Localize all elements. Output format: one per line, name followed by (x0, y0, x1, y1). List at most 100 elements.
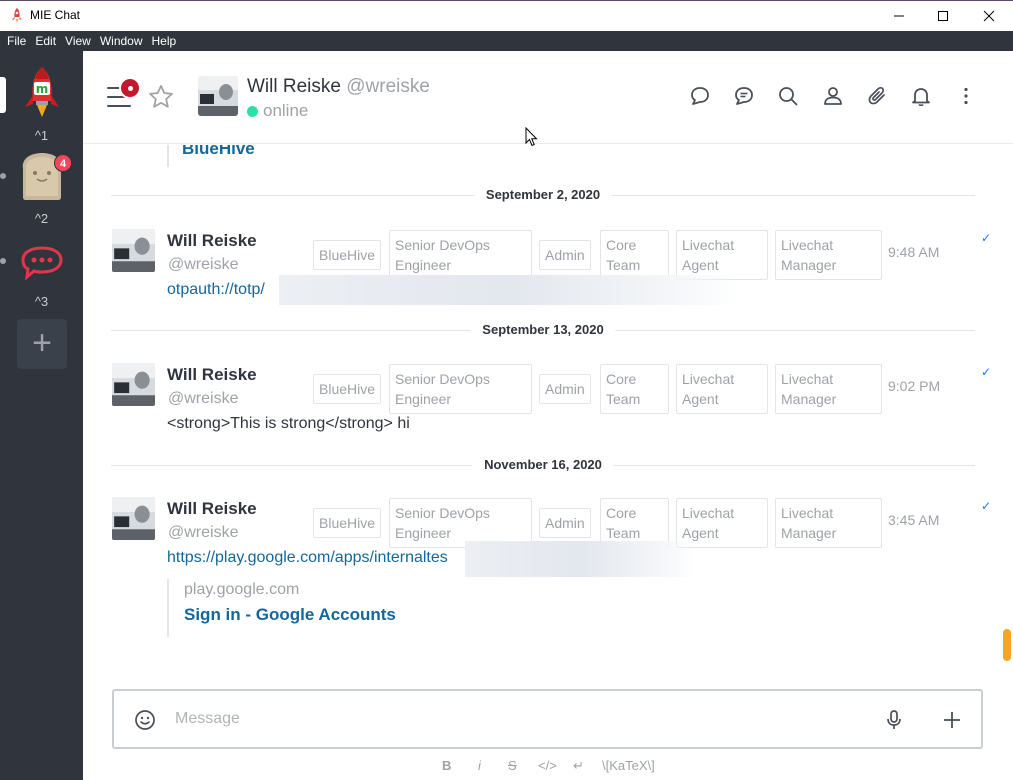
link-preview[interactable]: play.google.com Sign in - Google Account… (167, 579, 396, 637)
user-avatar-image (198, 76, 238, 116)
message-item[interactable]: Will Reiske @wreiske BlueHive Senior Dev… (111, 363, 991, 443)
role-tag: Admin (539, 240, 591, 270)
strikethrough-button[interactable]: S (508, 758, 517, 773)
app-rocket-icon (12, 8, 22, 23)
message-link[interactable]: https://play.google.com/apps/internaltes (167, 549, 448, 567)
message-author-handle: @wreiske (168, 524, 239, 541)
minimize-button[interactable] (876, 1, 922, 31)
scrollbar-thumb[interactable] (1003, 629, 1011, 661)
online-status-dot (247, 105, 258, 117)
message-timestamp: 9:02 PM (888, 378, 941, 394)
menu-edit[interactable]: Edit (35, 34, 56, 48)
role-tag: Admin (539, 508, 591, 538)
server-sidebar: m ^1 4 ^2 ^3 + (0, 51, 83, 780)
avatar[interactable] (112, 363, 155, 406)
role-tag: Senior DevOps Engineer (389, 230, 532, 280)
read-receipt-check-icon: ✓ (981, 499, 992, 513)
role-tag: BlueHive (313, 374, 382, 404)
server-shortcut-1: ^1 (34, 128, 49, 143)
date-divider: September 2, 2020 (111, 185, 975, 205)
redacted-region (465, 541, 695, 577)
message-author-name[interactable]: Will Reiske (167, 365, 257, 385)
close-button[interactable] (966, 1, 1012, 31)
role-tag: Admin (539, 374, 591, 404)
message-composer[interactable]: Message (112, 689, 983, 749)
server-shortcut-3: ^3 (34, 294, 49, 309)
emoji-icon[interactable] (133, 708, 157, 732)
server-shortcut-2: ^2 (34, 211, 49, 226)
redacted-region (279, 275, 739, 305)
avatar[interactable] (198, 76, 238, 116)
date-divider: November 16, 2020 (111, 455, 975, 475)
message-author-handle: @wreiske (168, 256, 239, 273)
menu-view[interactable]: View (65, 34, 91, 48)
date-divider-label: September 13, 2020 (470, 322, 616, 337)
role-tag: Livechat Manager (775, 364, 882, 414)
user-info-icon[interactable] (821, 84, 845, 108)
discussion-icon[interactable] (688, 84, 712, 108)
role-tag: Livechat Manager (775, 230, 882, 280)
role-tag: BlueHive (313, 508, 382, 538)
link-preview-title[interactable]: Sign in - Google Accounts (184, 605, 396, 625)
microphone-icon[interactable] (882, 708, 906, 732)
attachment-icon[interactable] (865, 84, 889, 108)
add-server-button[interactable]: + (17, 319, 67, 369)
message-author-name[interactable]: Will Reiske (167, 231, 257, 251)
notifications-icon[interactable] (909, 84, 933, 108)
window-title: MIE Chat (30, 8, 81, 22)
message-author-handle: @wreiske (168, 390, 239, 407)
window-titlebar: MIE Chat (0, 0, 1013, 31)
role-tag: Livechat Agent (676, 364, 768, 414)
code-button[interactable]: </> (538, 758, 557, 773)
menu-file[interactable]: File (7, 34, 26, 48)
menu-help[interactable]: Help (152, 34, 177, 48)
user-display-name: Will Reiske (247, 76, 341, 97)
message-text: <strong>This is strong</strong> hi (167, 415, 410, 432)
room-header: Will Reiske @wreiske online (83, 51, 1013, 147)
kebab-menu-icon[interactable] (954, 84, 978, 108)
date-divider-label: November 16, 2020 (472, 457, 614, 472)
menu-window[interactable]: Window (100, 34, 143, 48)
mie-rocket-icon: m (25, 67, 59, 117)
role-tag: Livechat Agent (676, 230, 768, 280)
user-avatar-image (112, 497, 155, 540)
link-preview-host: play.google.com (184, 581, 300, 598)
server-rocketchat[interactable] (17, 236, 67, 286)
threads-icon[interactable] (732, 84, 756, 108)
server-mie-chat[interactable]: m (17, 65, 67, 117)
user-avatar-image (112, 363, 155, 406)
favorite-star-icon[interactable] (147, 83, 175, 111)
multiline-button[interactable]: ↵ (573, 758, 584, 774)
maximize-button[interactable] (920, 1, 966, 31)
role-tag: Senior DevOps Engineer (389, 364, 532, 414)
previous-message-preview-tail: BlueHive (167, 145, 255, 167)
message-input[interactable]: Message (175, 710, 240, 728)
close-icon (983, 10, 995, 22)
message-item[interactable]: Will Reiske @wreiske BlueHive Senior Dev… (111, 229, 991, 309)
message-author-name[interactable]: Will Reiske (167, 499, 257, 519)
menu-bar: File Edit View Window Help (0, 31, 1013, 51)
avatar[interactable] (112, 229, 155, 272)
message-list: BlueHive September 2, 2020 Will Reiske @… (83, 145, 1013, 685)
italic-button[interactable]: i (478, 758, 481, 773)
maximize-icon (938, 11, 948, 21)
server-unread-dot (0, 173, 6, 179)
read-receipt-check-icon: ✓ (981, 231, 992, 245)
date-divider: September 13, 2020 (111, 320, 975, 340)
katex-button[interactable]: \[KaTeX\] (602, 758, 655, 773)
plus-icon[interactable] (940, 708, 964, 732)
search-icon[interactable] (776, 84, 800, 108)
main-panel: Will Reiske @wreiske online BlueHive Sep… (83, 51, 1013, 780)
bold-button[interactable]: B (442, 758, 451, 773)
mouse-cursor-icon (525, 127, 538, 147)
svg-text:m: m (36, 82, 49, 96)
room-title: Will Reiske @wreiske (247, 76, 430, 98)
avatar[interactable] (112, 497, 155, 540)
minimize-icon (894, 15, 904, 17)
formatting-toolbar: B i S </> ↵ \[KaTeX\] (83, 755, 1013, 777)
user-status-text: online (263, 101, 309, 120)
message-link[interactable]: otpauth://totp/ (167, 281, 265, 299)
user-avatar-image (112, 229, 155, 272)
message-item[interactable]: Will Reiske @wreiske BlueHive Senior Dev… (111, 497, 991, 647)
active-server-indicator (0, 77, 6, 113)
